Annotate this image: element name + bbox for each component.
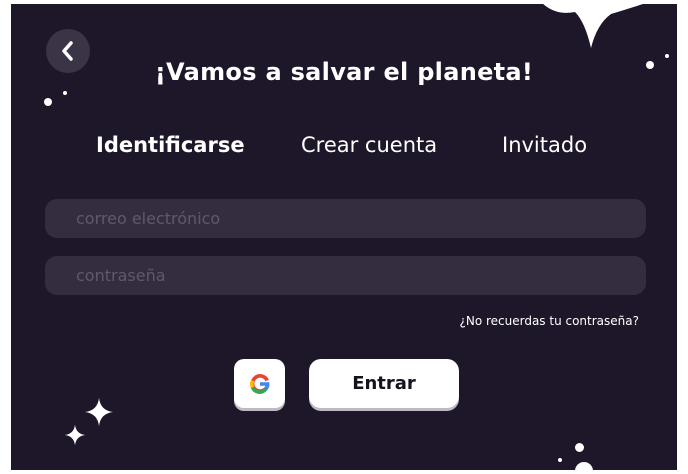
star-dot-decoration (575, 462, 593, 470)
enter-button[interactable]: Entrar (309, 359, 459, 408)
password-field[interactable] (45, 256, 646, 295)
speech-bubble-decoration (543, 4, 643, 48)
tab-guest[interactable]: Invitado (502, 133, 587, 157)
page-title: ¡Vamos a salvar el planeta! (154, 58, 534, 86)
email-field[interactable] (45, 199, 646, 238)
sparkle-icon (85, 398, 113, 426)
star-dot-decoration (646, 61, 654, 69)
forgot-password-link[interactable]: ¿No recuerdas tu contraseña? (459, 314, 639, 328)
star-dot-decoration (665, 54, 669, 58)
google-icon (249, 373, 269, 394)
star-dot-decoration (575, 443, 584, 452)
star-dot-decoration (44, 98, 52, 106)
sparkle-icon (64, 424, 86, 446)
star-dot-decoration (63, 91, 67, 95)
login-screen: ¡Vamos a salvar el planeta! Identificars… (11, 4, 677, 470)
tab-login[interactable]: Identificarse (96, 133, 245, 157)
star-dot-decoration (558, 458, 562, 462)
tab-create-account[interactable]: Crear cuenta (301, 133, 437, 157)
google-login-button[interactable] (234, 359, 285, 408)
